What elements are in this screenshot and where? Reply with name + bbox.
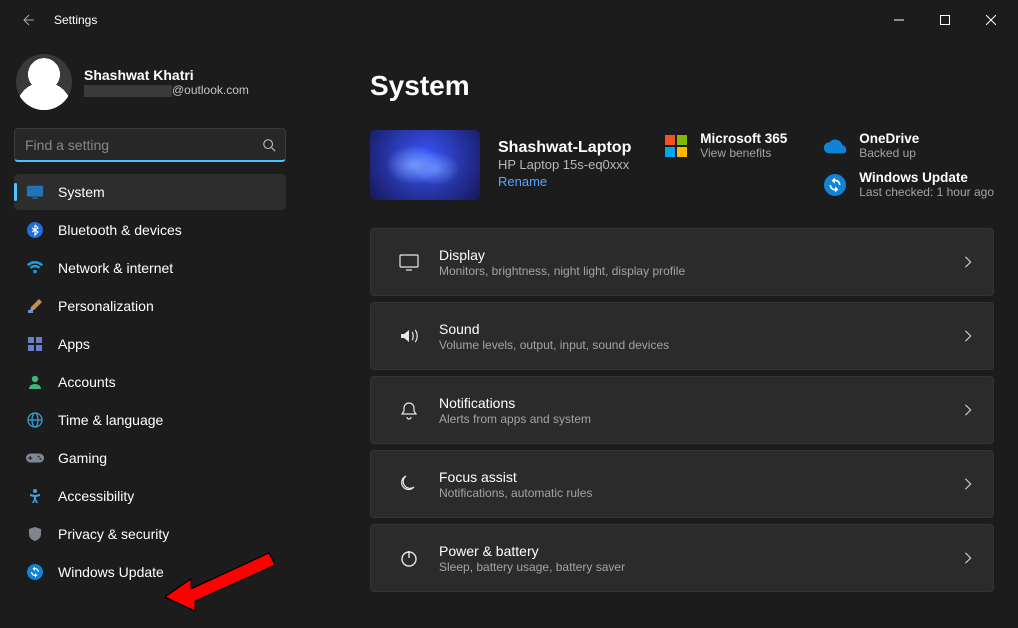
- ms365-icon: [664, 134, 688, 158]
- display-icon: [26, 183, 44, 201]
- sidebar-item-label: Apps: [58, 336, 90, 352]
- close-button[interactable]: [968, 0, 1014, 40]
- bluetooth-icon: [26, 222, 44, 238]
- sidebar-item-accounts[interactable]: Accounts: [14, 364, 286, 400]
- card-title: Focus assist: [439, 469, 592, 485]
- card-sub: Alerts from apps and system: [439, 412, 591, 426]
- shield-icon: [26, 526, 44, 542]
- card-sub: Monitors, brightness, night light, displ…: [439, 264, 685, 278]
- sidebar-item-label: System: [58, 184, 105, 200]
- sound-icon: [389, 325, 429, 347]
- card-title: Notifications: [439, 395, 591, 411]
- rename-link[interactable]: Rename: [498, 174, 547, 189]
- sidebar-item-label: Privacy & security: [58, 526, 169, 542]
- window-title: Settings: [54, 13, 97, 27]
- card-sound[interactable]: Sound Volume levels, output, input, soun…: [370, 302, 994, 370]
- power-icon: [389, 548, 429, 568]
- device-name: Shashwat-Laptop: [498, 139, 631, 157]
- sidebar-item-label: Bluetooth & devices: [58, 222, 182, 238]
- profile-name: Shashwat Khatri: [84, 67, 249, 83]
- display-icon: [389, 251, 429, 273]
- minimize-button[interactable]: [876, 0, 922, 40]
- brush-icon: [26, 298, 44, 314]
- widget-title: Microsoft 365: [700, 131, 787, 146]
- card-notifications[interactable]: Notifications Alerts from apps and syste…: [370, 376, 994, 444]
- card-sub: Notifications, automatic rules: [439, 486, 592, 500]
- widget-ms365[interactable]: Microsoft 365 View benefits: [664, 131, 787, 160]
- content: System Shashwat-Laptop HP Laptop 15s-eq0…: [300, 40, 1018, 628]
- sidebar-item-label: Accounts: [58, 374, 116, 390]
- widget-windows-update[interactable]: Windows Update Last checked: 1 hour ago: [823, 170, 994, 199]
- sidebar-item-label: Gaming: [58, 450, 107, 466]
- search-input[interactable]: [14, 128, 286, 162]
- chevron-right-icon: [961, 255, 975, 269]
- widget-onedrive[interactable]: OneDrive Backed up: [823, 131, 994, 160]
- sidebar-item-gaming[interactable]: Gaming: [14, 440, 286, 476]
- bell-icon: [389, 400, 429, 420]
- widget-sub: Last checked: 1 hour ago: [859, 185, 994, 199]
- gamepad-icon: [26, 449, 44, 467]
- window-controls: [876, 0, 1014, 40]
- titlebar: Settings: [0, 0, 1018, 40]
- card-power-battery[interactable]: Power & battery Sleep, battery usage, ba…: [370, 524, 994, 592]
- device-info-row: Shashwat-Laptop HP Laptop 15s-eq0xxx Ren…: [370, 130, 994, 200]
- maximize-button[interactable]: [922, 0, 968, 40]
- page-title: System: [370, 70, 994, 102]
- moon-icon: [389, 474, 429, 494]
- accessibility-icon: [26, 488, 44, 504]
- back-button[interactable]: [4, 12, 50, 28]
- account-profile[interactable]: Shashwat Khatri @outlook.com: [14, 50, 286, 128]
- widget-title: Windows Update: [859, 170, 994, 185]
- sidebar-item-accessibility[interactable]: Accessibility: [14, 478, 286, 514]
- card-title: Display: [439, 247, 685, 263]
- search-icon: [262, 138, 276, 152]
- wifi-icon: [26, 259, 44, 277]
- person-icon: [26, 374, 44, 390]
- chevron-right-icon: [961, 403, 975, 417]
- globe-icon: [26, 412, 44, 428]
- widget-sub: Backed up: [859, 146, 919, 160]
- widget-sub: View benefits: [700, 146, 787, 160]
- card-sub: Volume levels, output, input, sound devi…: [439, 338, 669, 352]
- sidebar-item-system[interactable]: System: [14, 174, 286, 210]
- card-title: Power & battery: [439, 543, 625, 559]
- device-model: HP Laptop 15s-eq0xxx: [498, 157, 631, 172]
- sidebar-item-privacy[interactable]: Privacy & security: [14, 516, 286, 552]
- sidebar-item-time[interactable]: Time & language: [14, 402, 286, 438]
- card-title: Sound: [439, 321, 669, 337]
- chevron-right-icon: [961, 477, 975, 491]
- sidebar-item-label: Network & internet: [58, 260, 173, 276]
- profile-email: @outlook.com: [84, 83, 249, 97]
- sidebar-item-label: Time & language: [58, 412, 163, 428]
- card-display[interactable]: Display Monitors, brightness, night ligh…: [370, 228, 994, 296]
- widget-title: OneDrive: [859, 131, 919, 146]
- sidebar-item-apps[interactable]: Apps: [14, 326, 286, 362]
- sidebar-item-windows-update[interactable]: Windows Update: [14, 554, 286, 590]
- sidebar-item-label: Accessibility: [58, 488, 134, 504]
- search-input-wrap: [14, 128, 286, 162]
- sync-icon: [26, 564, 44, 580]
- sidebar-item-label: Personalization: [58, 298, 154, 314]
- card-focus-assist[interactable]: Focus assist Notifications, automatic ru…: [370, 450, 994, 518]
- sidebar: Shashwat Khatri @outlook.com System Blue…: [0, 40, 300, 628]
- sidebar-item-bluetooth[interactable]: Bluetooth & devices: [14, 212, 286, 248]
- chevron-right-icon: [961, 551, 975, 565]
- sidebar-item-network[interactable]: Network & internet: [14, 250, 286, 286]
- card-sub: Sleep, battery usage, battery saver: [439, 560, 625, 574]
- settings-cards: Display Monitors, brightness, night ligh…: [370, 228, 994, 592]
- apps-icon: [26, 336, 44, 352]
- sync-icon: [823, 173, 847, 197]
- onedrive-icon: [823, 134, 847, 158]
- sidebar-item-personalization[interactable]: Personalization: [14, 288, 286, 324]
- sidebar-nav: System Bluetooth & devices Network & int…: [14, 174, 286, 590]
- chevron-right-icon: [961, 329, 975, 343]
- avatar: [16, 54, 72, 110]
- device-thumbnail: [370, 130, 480, 200]
- sidebar-item-label: Windows Update: [58, 564, 164, 580]
